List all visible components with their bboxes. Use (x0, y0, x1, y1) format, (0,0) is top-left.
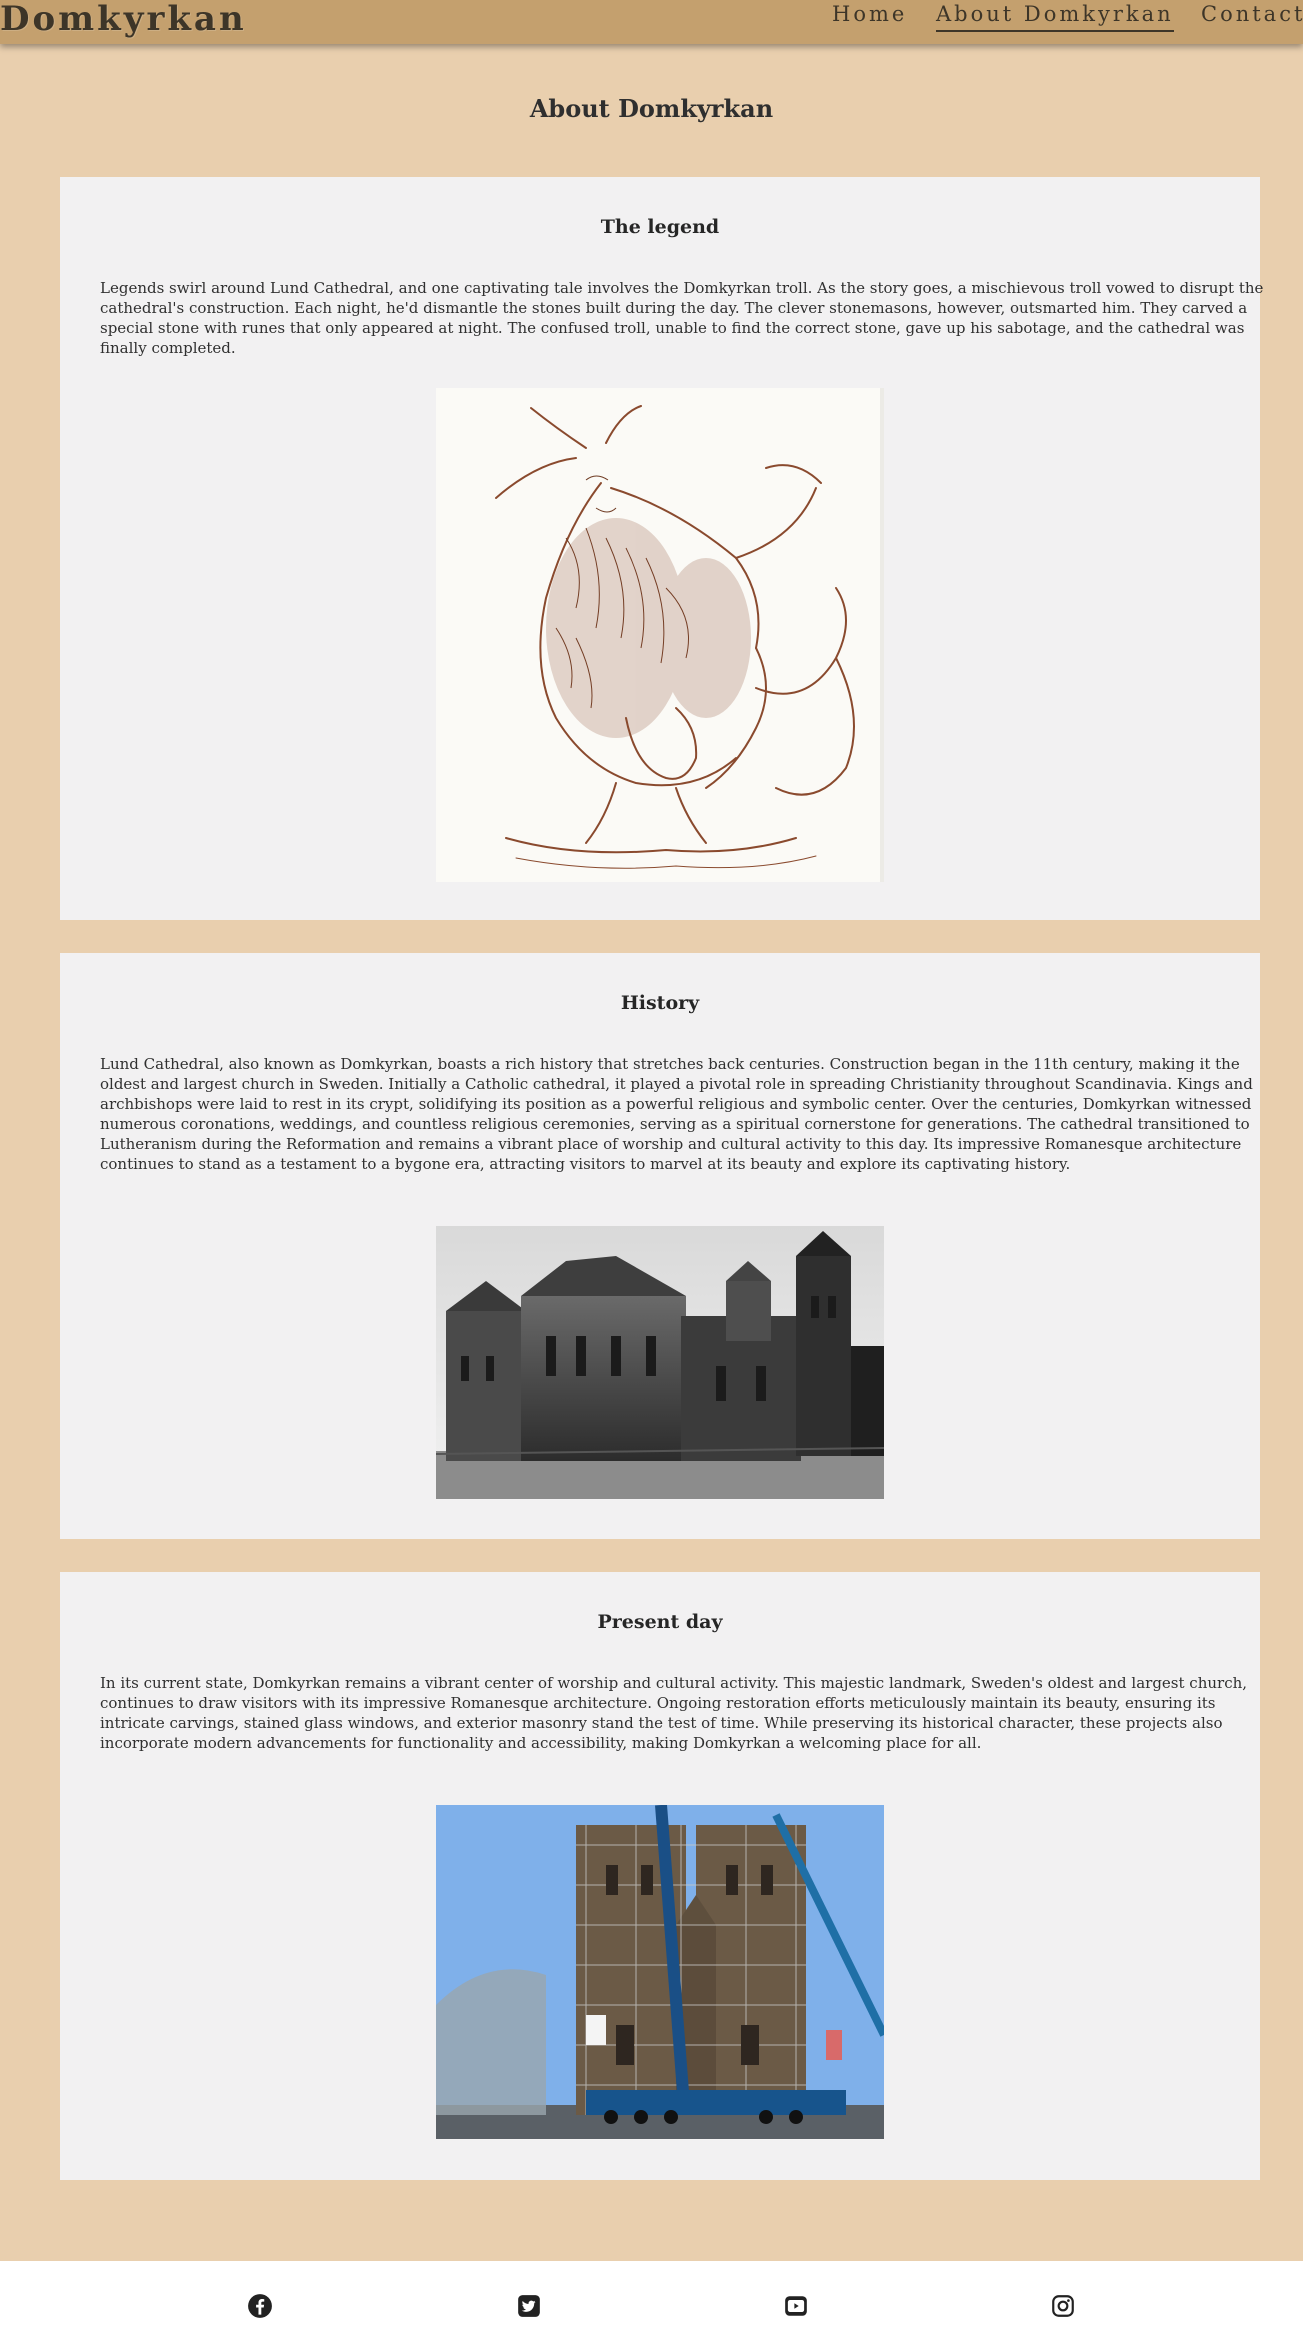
cathedral-historic-photo-image (436, 1226, 884, 1499)
section-heading: The legend (600, 216, 720, 238)
nav-link-about[interactable]: About Domkyrkan (936, 0, 1174, 32)
section-card-legend: The legend Legends swirl around Lund Cat… (60, 177, 1263, 920)
facebook-icon[interactable] (247, 2293, 273, 2319)
section-text: Legends swirl around Lund Cathedral, and… (100, 279, 1264, 357)
troll-illustration-image (436, 388, 884, 882)
instagram-icon[interactable] (1050, 2293, 1076, 2319)
youtube-icon[interactable] (783, 2293, 809, 2319)
section-text: In its current state, Domkyrkan remains … (100, 1674, 1248, 1752)
section-card-present-day: Present day In its current state, Domkyr… (60, 1572, 1260, 2180)
nav-link-home[interactable]: Home (832, 0, 907, 30)
section-heading: Present day (597, 1611, 723, 1633)
brand-logo[interactable]: Domkyrkan (0, 0, 247, 38)
nav-link-contact[interactable]: Contact (1201, 0, 1303, 30)
top-navigation-bar: Domkyrkan Home About Domkyrkan Contact (0, 0, 1303, 44)
section-card-history: History Lund Cathedral, also known as Do… (60, 953, 1260, 1539)
section-text: Lund Cathedral, also known as Domkyrkan,… (100, 1055, 1253, 1173)
section-heading: History (620, 992, 700, 1014)
page-title: About Domkyrkan (529, 94, 774, 123)
twitter-icon[interactable] (516, 2293, 542, 2319)
cathedral-restoration-photo-image (436, 1805, 884, 2139)
footer (0, 2261, 1303, 2328)
